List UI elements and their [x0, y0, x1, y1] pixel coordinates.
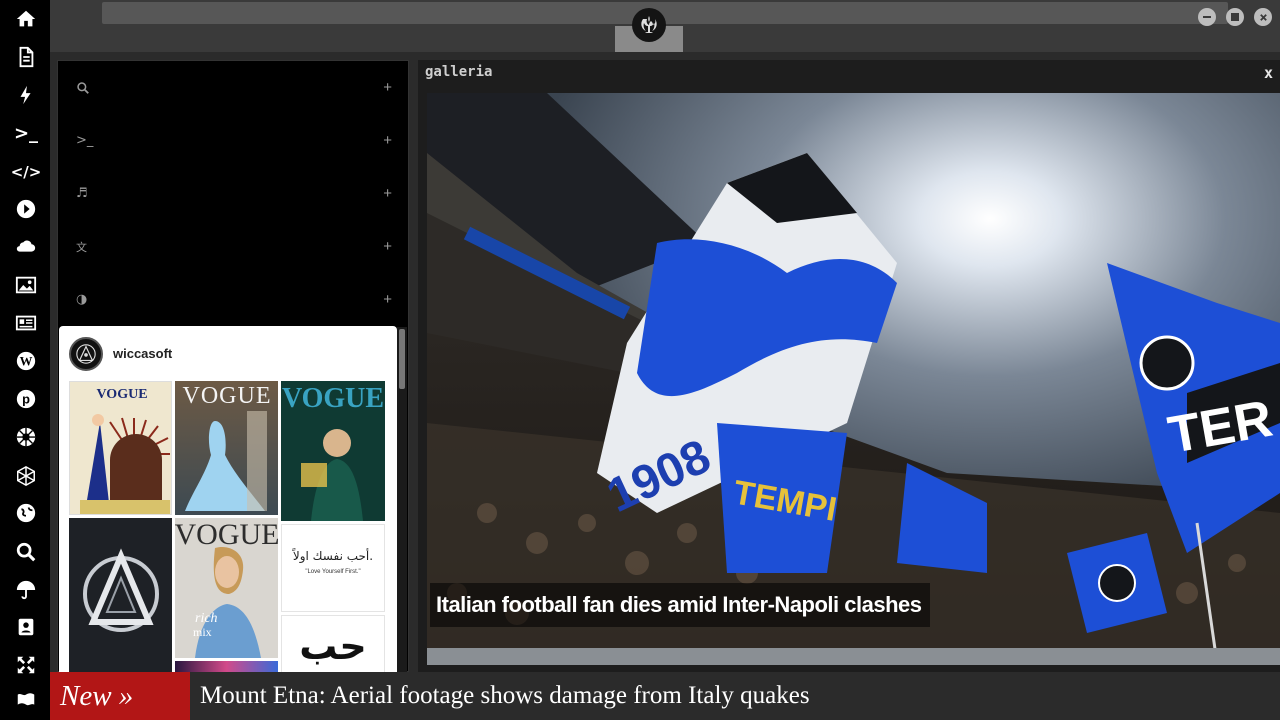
avatar[interactable]	[69, 336, 103, 371]
umbrella-icon[interactable]	[11, 575, 41, 605]
lightning-icon[interactable]	[11, 80, 41, 110]
close-window-button[interactable]	[1254, 8, 1272, 26]
instagram-header: wiccasoft	[59, 326, 397, 381]
instagram-username[interactable]: wiccasoft	[113, 346, 172, 361]
svg-text:VOGUE: VOGUE	[282, 383, 384, 414]
document-icon[interactable]	[11, 42, 41, 72]
launcher-row-search[interactable]: +	[58, 61, 408, 114]
instagram-post[interactable]: VOGUE	[281, 381, 385, 521]
ticker-label: New »	[50, 672, 190, 720]
launcher-row-contrast[interactable]: ◑ +	[58, 273, 408, 326]
svg-text:mix: mix	[193, 625, 212, 639]
app-sidebar: >_ </> W p	[0, 0, 50, 720]
gallery-panel: galleria x 1908 TEMPI TER	[418, 60, 1280, 672]
globe-icon[interactable]	[11, 498, 41, 528]
svg-text:VOGUE: VOGUE	[183, 383, 272, 409]
pinterest-icon[interactable]: p	[11, 384, 41, 414]
galactic-empire-icon[interactable]	[11, 422, 41, 452]
contrast-icon: ◑	[76, 292, 88, 307]
add-icon[interactable]: +	[383, 132, 392, 149]
home-icon[interactable]	[11, 4, 41, 34]
code-glyph: </>	[10, 162, 42, 181]
flag-icon[interactable]	[11, 686, 41, 716]
photo-headline[interactable]: Italian football fan dies amid Inter-Nap…	[430, 583, 930, 627]
expand-icon[interactable]	[11, 650, 41, 680]
maximize-button[interactable]	[1226, 8, 1244, 26]
vogue-text: VOGUE	[96, 387, 147, 402]
search-icon	[77, 81, 89, 94]
svg-text:p: p	[22, 392, 30, 407]
panel-title: galleria	[425, 64, 493, 80]
code-icon[interactable]: </>	[10, 157, 42, 187]
add-icon[interactable]: +	[383, 238, 392, 255]
headline-text[interactable]: Italian football fan dies amid Inter-Nap…	[436, 592, 922, 618]
add-icon[interactable]: +	[383, 185, 392, 202]
svg-text:rich: rich	[195, 611, 218, 626]
instagram-post[interactable]: حب	[281, 615, 385, 672]
instagram-post[interactable]: VOGUE	[69, 381, 172, 515]
launcher-panel: + >_ + ♬ + 文 + ◑ + wiccasoft VOGUE VOGUE…	[57, 60, 409, 673]
music-icon: ♬	[76, 186, 88, 201]
minimize-button[interactable]	[1198, 8, 1216, 26]
svg-text:W: W	[20, 355, 33, 369]
scrollbar[interactable]	[397, 327, 407, 673]
newspaper-icon[interactable]	[11, 308, 41, 338]
instagram-post[interactable]: VOGUE	[175, 381, 278, 515]
cloud-icon[interactable]	[11, 232, 41, 262]
ticker-headline[interactable]: Mount Etna: Aerial footage shows damage …	[200, 672, 810, 720]
svg-text:VOGUE: VOGUE	[175, 518, 278, 551]
instagram-post[interactable]: أحب نفسك اولاً. "Love Yourself First."	[281, 524, 385, 612]
contact-card-icon[interactable]	[11, 612, 41, 642]
launcher-row-music[interactable]: ♬ +	[58, 167, 408, 220]
arabic-quote-text: أحب نفسك اولاً.	[292, 549, 374, 563]
news-photo[interactable]: 1908 TEMPI TER	[427, 93, 1280, 665]
terminal-icon: >_	[76, 133, 94, 148]
add-icon[interactable]: +	[383, 291, 392, 308]
arabic-word-text: حب	[299, 624, 367, 668]
news-ticker: New » Mount Etna: Aerial footage shows d…	[50, 672, 1280, 720]
terminal-glyph: >_	[13, 123, 39, 144]
terminal-icon[interactable]: >_	[11, 119, 41, 149]
close-button[interactable]: x	[1264, 64, 1273, 82]
rebel-alliance-icon[interactable]	[632, 8, 666, 42]
scrollbar-thumb[interactable]	[399, 329, 405, 389]
image-icon[interactable]	[11, 270, 41, 300]
instagram-post[interactable]	[175, 661, 278, 672]
desktop: >_ </> W p + >_ + ♬ + 文 + ◑ + wiccasoft …	[0, 0, 1280, 720]
instagram-post[interactable]: VOGUE rich mix	[175, 518, 278, 658]
quote-caption: "Love Yourself First."	[305, 569, 361, 575]
search-icon[interactable]	[11, 537, 41, 567]
translate-icon: 文	[76, 240, 87, 254]
wordpress-icon[interactable]: W	[11, 346, 41, 376]
play-icon[interactable]	[11, 194, 41, 224]
hexagon-network-icon[interactable]	[11, 461, 41, 491]
instagram-widget: wiccasoft VOGUE VOGUE VOGUE VOGUE rich m…	[59, 326, 397, 672]
launcher-row-translate[interactable]: 文 +	[58, 220, 408, 273]
add-icon[interactable]: +	[383, 79, 392, 96]
launcher-row-terminal[interactable]: >_ +	[58, 114, 408, 167]
instagram-post[interactable]	[69, 518, 172, 672]
